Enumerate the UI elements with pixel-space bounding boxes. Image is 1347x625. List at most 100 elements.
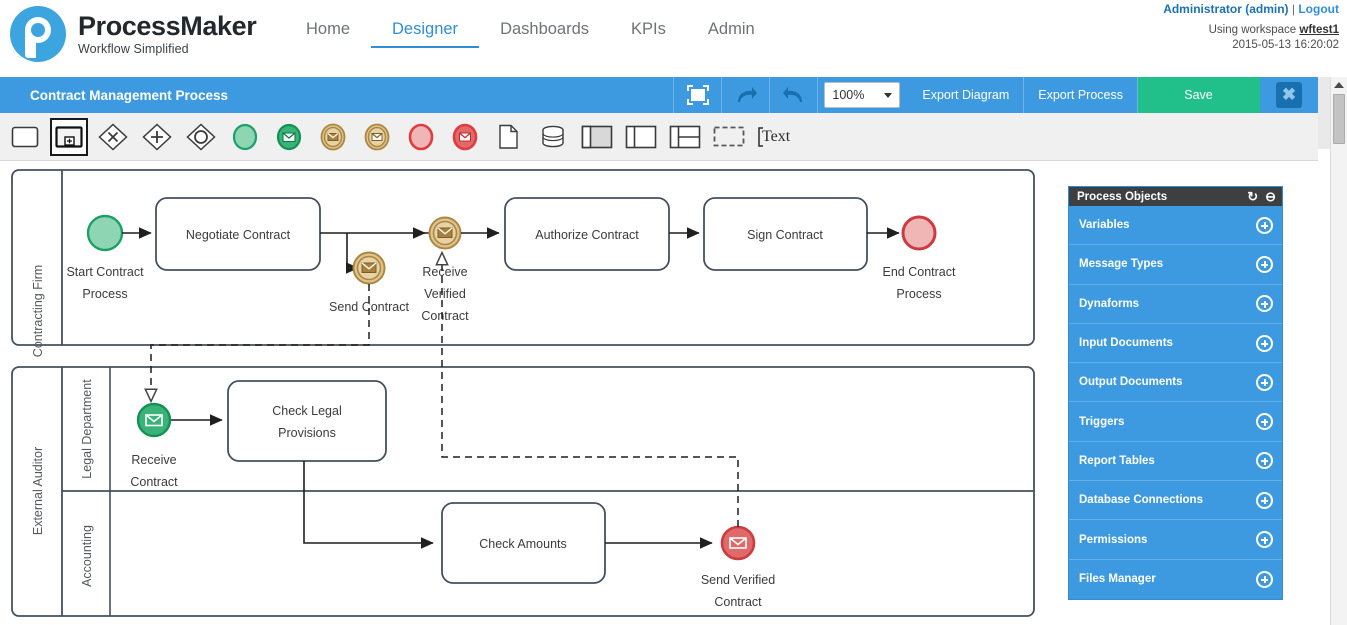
label-check-legal-provisions-line1: Check Legal bbox=[272, 404, 342, 418]
plus-circle-icon[interactable] bbox=[1256, 491, 1273, 509]
nav-item-admin[interactable]: Admin bbox=[687, 20, 776, 46]
parallel-gateway-shape[interactable] bbox=[140, 120, 174, 154]
label-receive-contract-line2: Contract bbox=[130, 475, 178, 489]
process-object-dynaforms[interactable]: Dynaforms bbox=[1069, 285, 1282, 324]
task-shape[interactable] bbox=[8, 120, 42, 154]
process-object-input-documents[interactable]: Input Documents bbox=[1069, 324, 1282, 364]
start-message-event-shape[interactable] bbox=[272, 120, 306, 154]
plus-circle-icon[interactable] bbox=[1256, 373, 1273, 391]
redo-button[interactable] bbox=[722, 77, 771, 113]
group-shape[interactable] bbox=[712, 120, 746, 154]
process-title: Contract Management Process bbox=[0, 77, 675, 113]
label-receive-verified-contract-line1: Receive bbox=[422, 265, 467, 279]
logout-link[interactable]: Logout bbox=[1298, 2, 1339, 16]
chevron-down-icon bbox=[884, 92, 893, 98]
subprocess-shape[interactable] bbox=[50, 117, 88, 156]
inclusive-gateway-shape[interactable] bbox=[184, 120, 218, 154]
text-annotation-shape[interactable]: Text bbox=[756, 120, 790, 154]
current-datetime: 2015-05-13 16:20:02 bbox=[1232, 39, 1339, 51]
intermediate-message-catch-event-shape[interactable] bbox=[316, 120, 350, 154]
plus-circle-icon[interactable] bbox=[1256, 334, 1273, 352]
save-button[interactable]: Save bbox=[1138, 77, 1260, 113]
end-event-shape[interactable] bbox=[404, 120, 438, 154]
process-object-message-types[interactable]: Message Types bbox=[1069, 245, 1282, 285]
pool-label-external-auditor: External Auditor bbox=[31, 447, 45, 535]
processmaker-designer-window: ProcessMaker Workflow Simplified Home De… bbox=[0, 0, 1347, 625]
label-receive-contract-line1: Receive bbox=[131, 453, 176, 467]
process-object-files-manager[interactable]: Files Manager bbox=[1069, 560, 1282, 599]
start-event-shape[interactable] bbox=[228, 120, 262, 154]
brand-logo[interactable]: ProcessMaker Workflow Simplified bbox=[10, 6, 257, 62]
data-store-shape[interactable] bbox=[536, 120, 570, 154]
task-authorize-contract[interactable]: Authorize Contract bbox=[504, 197, 670, 271]
scrollbar-thumb[interactable] bbox=[1333, 94, 1345, 144]
process-object-label: Triggers bbox=[1079, 415, 1125, 428]
pool-multi-lane-shape[interactable] bbox=[668, 120, 702, 154]
brand-text: ProcessMaker Workflow Simplified bbox=[78, 11, 257, 56]
process-object-label: Dynaforms bbox=[1079, 297, 1140, 310]
process-object-database-connections[interactable]: Database Connections bbox=[1069, 481, 1282, 521]
process-object-label: Message Types bbox=[1079, 258, 1164, 271]
nav-item-dashboards[interactable]: Dashboards bbox=[479, 20, 610, 46]
brand-tagline: Workflow Simplified bbox=[78, 41, 189, 56]
process-object-label: Report Tables bbox=[1079, 454, 1155, 467]
end-message-event-shape[interactable] bbox=[448, 120, 482, 154]
task-check-legal-provisions[interactable]: Check Legal Provisions bbox=[227, 380, 387, 462]
label-receive-verified-contract-line2: Verified bbox=[424, 287, 466, 301]
data-object-shape[interactable] bbox=[492, 120, 526, 154]
pool-horizontal-shape[interactable] bbox=[580, 120, 614, 154]
undo-arrow-icon bbox=[782, 87, 802, 102]
page-header: ProcessMaker Workflow Simplified Home De… bbox=[0, 0, 1347, 74]
label-send-verified-contract-line2: Contract bbox=[714, 595, 762, 609]
process-object-report-tables[interactable]: Report Tables bbox=[1069, 442, 1282, 482]
label-end-contract-process-line1: End Contract bbox=[883, 265, 956, 279]
export-process-button[interactable]: Export Process bbox=[1024, 77, 1138, 113]
exclusive-gateway-shape[interactable] bbox=[96, 120, 130, 154]
nav-item-designer[interactable]: Designer bbox=[371, 20, 480, 48]
label-start-contract-process-line2: Process bbox=[82, 287, 127, 301]
fullscreen-button[interactable] bbox=[674, 77, 723, 113]
nav-item-kpis[interactable]: KPIs bbox=[610, 20, 687, 46]
task-check-amounts[interactable]: Check Amounts bbox=[441, 502, 606, 584]
plus-circle-icon[interactable] bbox=[1256, 295, 1273, 313]
process-object-triggers[interactable]: Triggers bbox=[1069, 402, 1282, 442]
plus-circle-icon[interactable] bbox=[1256, 255, 1273, 273]
workspace-line: Using workspace wftest1 bbox=[1163, 23, 1339, 38]
label-authorize-contract: Authorize Contract bbox=[535, 228, 639, 242]
task-sign-contract[interactable]: Sign Contract bbox=[703, 197, 868, 271]
undo-button[interactable] bbox=[770, 77, 819, 113]
lane-label-accounting: Accounting bbox=[80, 525, 94, 587]
workspace-name[interactable]: wftest1 bbox=[1299, 24, 1339, 36]
process-object-permissions[interactable]: Permissions bbox=[1069, 520, 1282, 560]
user-info: Administrator (admin) | Logout Using wor… bbox=[1163, 2, 1339, 53]
scroll-up-button[interactable] bbox=[1331, 77, 1347, 93]
process-object-output-documents[interactable]: Output Documents bbox=[1069, 363, 1282, 403]
zoom-level-value: 100% bbox=[832, 88, 865, 102]
label-end-contract-process-line2: Process bbox=[896, 287, 941, 301]
plus-circle-icon[interactable] bbox=[1256, 216, 1273, 234]
refresh-icon[interactable]: ↻ bbox=[1247, 190, 1258, 203]
brand-name-part2: Maker bbox=[180, 11, 257, 42]
label-check-amounts: Check Amounts bbox=[479, 537, 567, 551]
task-negotiate-contract[interactable]: Negotiate Contract bbox=[155, 197, 321, 271]
process-object-label: Files Manager bbox=[1079, 573, 1156, 586]
close-designer-button[interactable]: ✖ bbox=[1260, 77, 1318, 113]
vertical-scrollbar[interactable] bbox=[1330, 77, 1347, 625]
process-object-variables[interactable]: Variables bbox=[1069, 206, 1282, 246]
workspace-prefix: Using workspace bbox=[1208, 24, 1297, 36]
brand-title: ProcessMaker bbox=[78, 11, 257, 42]
minus-circle-icon[interactable]: ⊖ bbox=[1265, 190, 1276, 203]
plus-circle-icon[interactable] bbox=[1256, 570, 1273, 588]
plus-circle-icon[interactable] bbox=[1256, 531, 1273, 549]
redo-arrow-icon bbox=[737, 87, 757, 102]
nav-item-home[interactable]: Home bbox=[285, 20, 371, 46]
plus-circle-icon[interactable] bbox=[1256, 413, 1273, 431]
lane-shape[interactable] bbox=[624, 120, 658, 154]
toolbar-right-filler bbox=[1318, 77, 1330, 149]
intermediate-message-throw-event-shape[interactable] bbox=[360, 120, 394, 154]
zoom-level-select[interactable]: 100% bbox=[824, 82, 901, 108]
plus-circle-icon[interactable] bbox=[1256, 452, 1273, 470]
export-diagram-button[interactable]: Export Diagram bbox=[908, 77, 1025, 113]
user-name: Administrator (admin) bbox=[1163, 2, 1289, 16]
process-object-label: Input Documents bbox=[1079, 337, 1173, 350]
